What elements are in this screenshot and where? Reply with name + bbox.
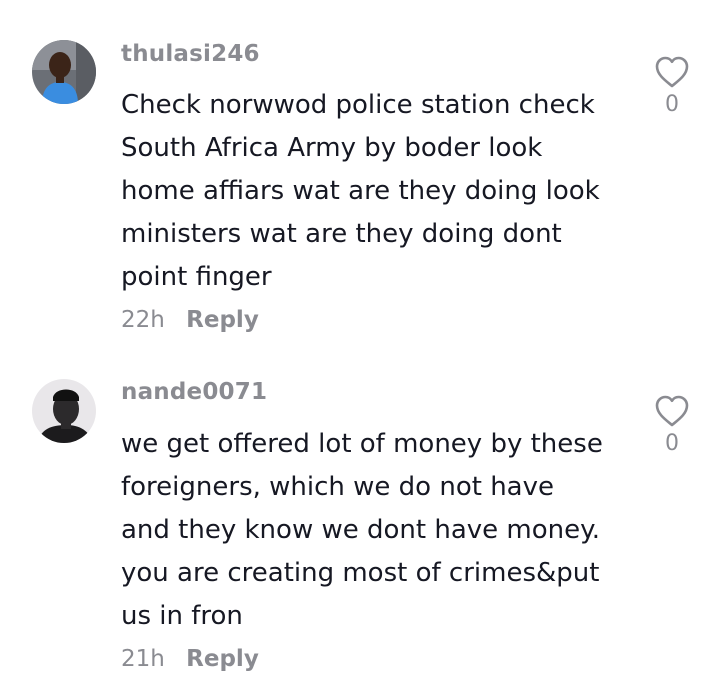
comment-meta: 21h Reply [121, 646, 259, 672]
avatar[interactable] [32, 379, 96, 443]
comment-username[interactable]: nande0071 [121, 379, 267, 405]
comment-text: Check norwwod police station check South… [121, 84, 626, 299]
like-count: 0 [665, 431, 679, 456]
user-avatar-photo [32, 40, 96, 104]
user-avatar-photo [32, 379, 96, 443]
comment-text-line: you are creating most of crimes&put [121, 558, 600, 588]
comment-timestamp: 22h [121, 307, 165, 333]
comment-text-line: ministers wat are they doing dont [121, 219, 562, 249]
comment-text-line: foreigners, which we do not have [121, 472, 554, 502]
like-button[interactable]: 0 [652, 394, 692, 459]
comment-text-line: home affiars wat are they doing look [121, 176, 600, 206]
reply-button[interactable]: Reply [186, 646, 259, 672]
heart-outline-icon[interactable] [654, 394, 690, 428]
comment-meta: 22h Reply [121, 307, 259, 333]
comment-username[interactable]: thulasi246 [121, 41, 260, 67]
comment-text-line: we get offered lot of money by these [121, 429, 603, 459]
reply-button[interactable]: Reply [186, 307, 259, 333]
comment-text-line: South Africa Army by boder look [121, 133, 543, 163]
comment-text-line: Check norwwod police station check [121, 90, 595, 120]
heart-outline-icon[interactable] [654, 55, 690, 89]
like-count: 0 [665, 92, 679, 117]
comment-text-line: point finger [121, 262, 272, 292]
comment-item: thulasi246 Check norwwod police station … [0, 0, 720, 345]
avatar[interactable] [32, 40, 96, 104]
comment-text: we get offered lot of money by these for… [121, 423, 626, 638]
comment-timestamp: 21h [121, 646, 165, 672]
like-button[interactable]: 0 [652, 55, 692, 120]
comment-text-line: and they know we dont have money. [121, 515, 601, 545]
comment-text-line: us in fron [121, 601, 243, 631]
comment-item: nande0071 we get offered lot of money by… [0, 345, 720, 692]
